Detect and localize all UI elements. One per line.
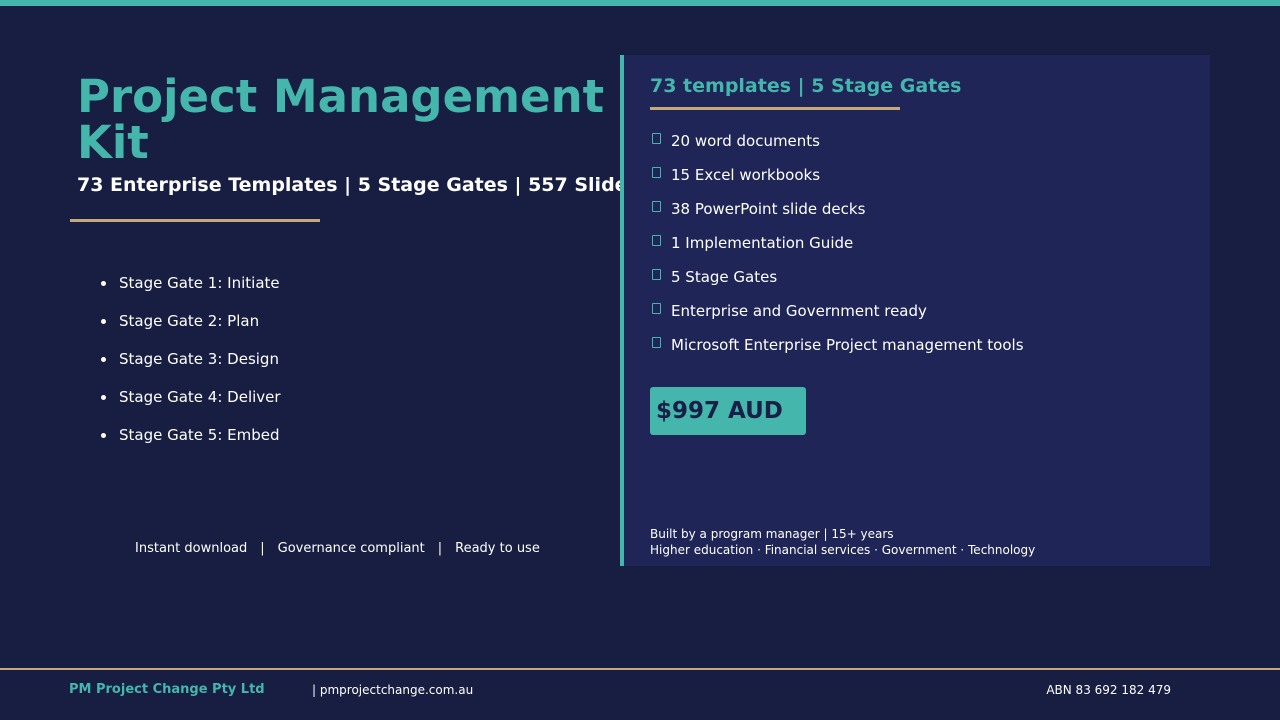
feature-ready-to-use: Ready to use: [455, 541, 540, 556]
title-divider: [70, 219, 320, 222]
checkbox-icon: [652, 337, 661, 348]
feature-separator: |: [260, 541, 265, 556]
page-subtitle: 73 Enterprise Templates | 5 Stage Gates …: [77, 174, 639, 196]
list-item: Microsoft Enterprise Project management …: [650, 331, 1024, 365]
list-item: Stage Gate 4: Deliver: [97, 382, 281, 420]
panel-divider: [650, 107, 900, 110]
list-item: 15 Excel workbooks: [650, 161, 1024, 195]
company-name: PM Project Change Pty Ltd: [69, 682, 265, 697]
stage-gate-list: Stage Gate 1: Initiate Stage Gate 2: Pla…: [97, 268, 281, 458]
feature-governance-compliant: Governance compliant: [277, 541, 425, 556]
list-item-label: 20 word documents: [671, 132, 820, 150]
list-item: 38 PowerPoint slide decks: [650, 195, 1024, 229]
list-item-label: 15 Excel workbooks: [671, 166, 821, 184]
checkbox-icon: [652, 167, 661, 178]
feature-strip: Instant download | Governance compliant | Re…: [135, 541, 540, 556]
checkbox-icon: [652, 133, 661, 144]
top-accent-bar: [0, 0, 1280, 6]
website-text: | pmprojectchange.com.au: [312, 683, 474, 697]
contents-list: 20 word documents 15 Excel workbooks 38 …: [650, 127, 1024, 365]
checkbox-icon: [652, 269, 661, 280]
checkbox-icon: [652, 303, 661, 314]
list-item: 1 Implementation Guide: [650, 229, 1024, 263]
list-item: Stage Gate 2: Plan: [97, 306, 281, 344]
list-item-label: 38 PowerPoint slide decks: [671, 200, 866, 218]
list-item: 5 Stage Gates: [650, 263, 1024, 297]
builder-credentials: Built by a program manager | 15+ years H…: [650, 526, 1035, 558]
page-title: Project Management Kit: [77, 70, 605, 169]
list-item: Enterprise and Government ready: [650, 297, 1024, 331]
panel-heading: 73 templates | 5 Stage Gates: [650, 75, 962, 97]
feature-instant-download: Instant download: [135, 541, 248, 556]
footer-divider: [0, 668, 1280, 670]
industries-line: Higher education · Financial services · …: [650, 543, 1036, 557]
builder-line: Built by a program manager | 15+ years: [650, 527, 894, 541]
list-item-label: 5 Stage Gates: [671, 268, 778, 286]
checkbox-icon: [652, 235, 661, 246]
list-item: 20 word documents: [650, 127, 1024, 161]
list-item: Stage Gate 3: Design: [97, 344, 281, 382]
price-badge: $997 AUD: [650, 387, 806, 435]
list-item-label: Enterprise and Government ready: [671, 302, 927, 320]
list-item-label: 1 Implementation Guide: [671, 234, 854, 252]
feature-separator: |: [437, 541, 443, 556]
list-item: Stage Gate 1: Initiate: [97, 268, 281, 306]
list-item-label: Microsoft Enterprise Project management …: [671, 336, 1024, 354]
abn-text: ABN 83 692 182 479: [1046, 683, 1171, 697]
list-item: Stage Gate 5: Embed: [97, 420, 281, 458]
checkbox-icon: [652, 201, 661, 212]
